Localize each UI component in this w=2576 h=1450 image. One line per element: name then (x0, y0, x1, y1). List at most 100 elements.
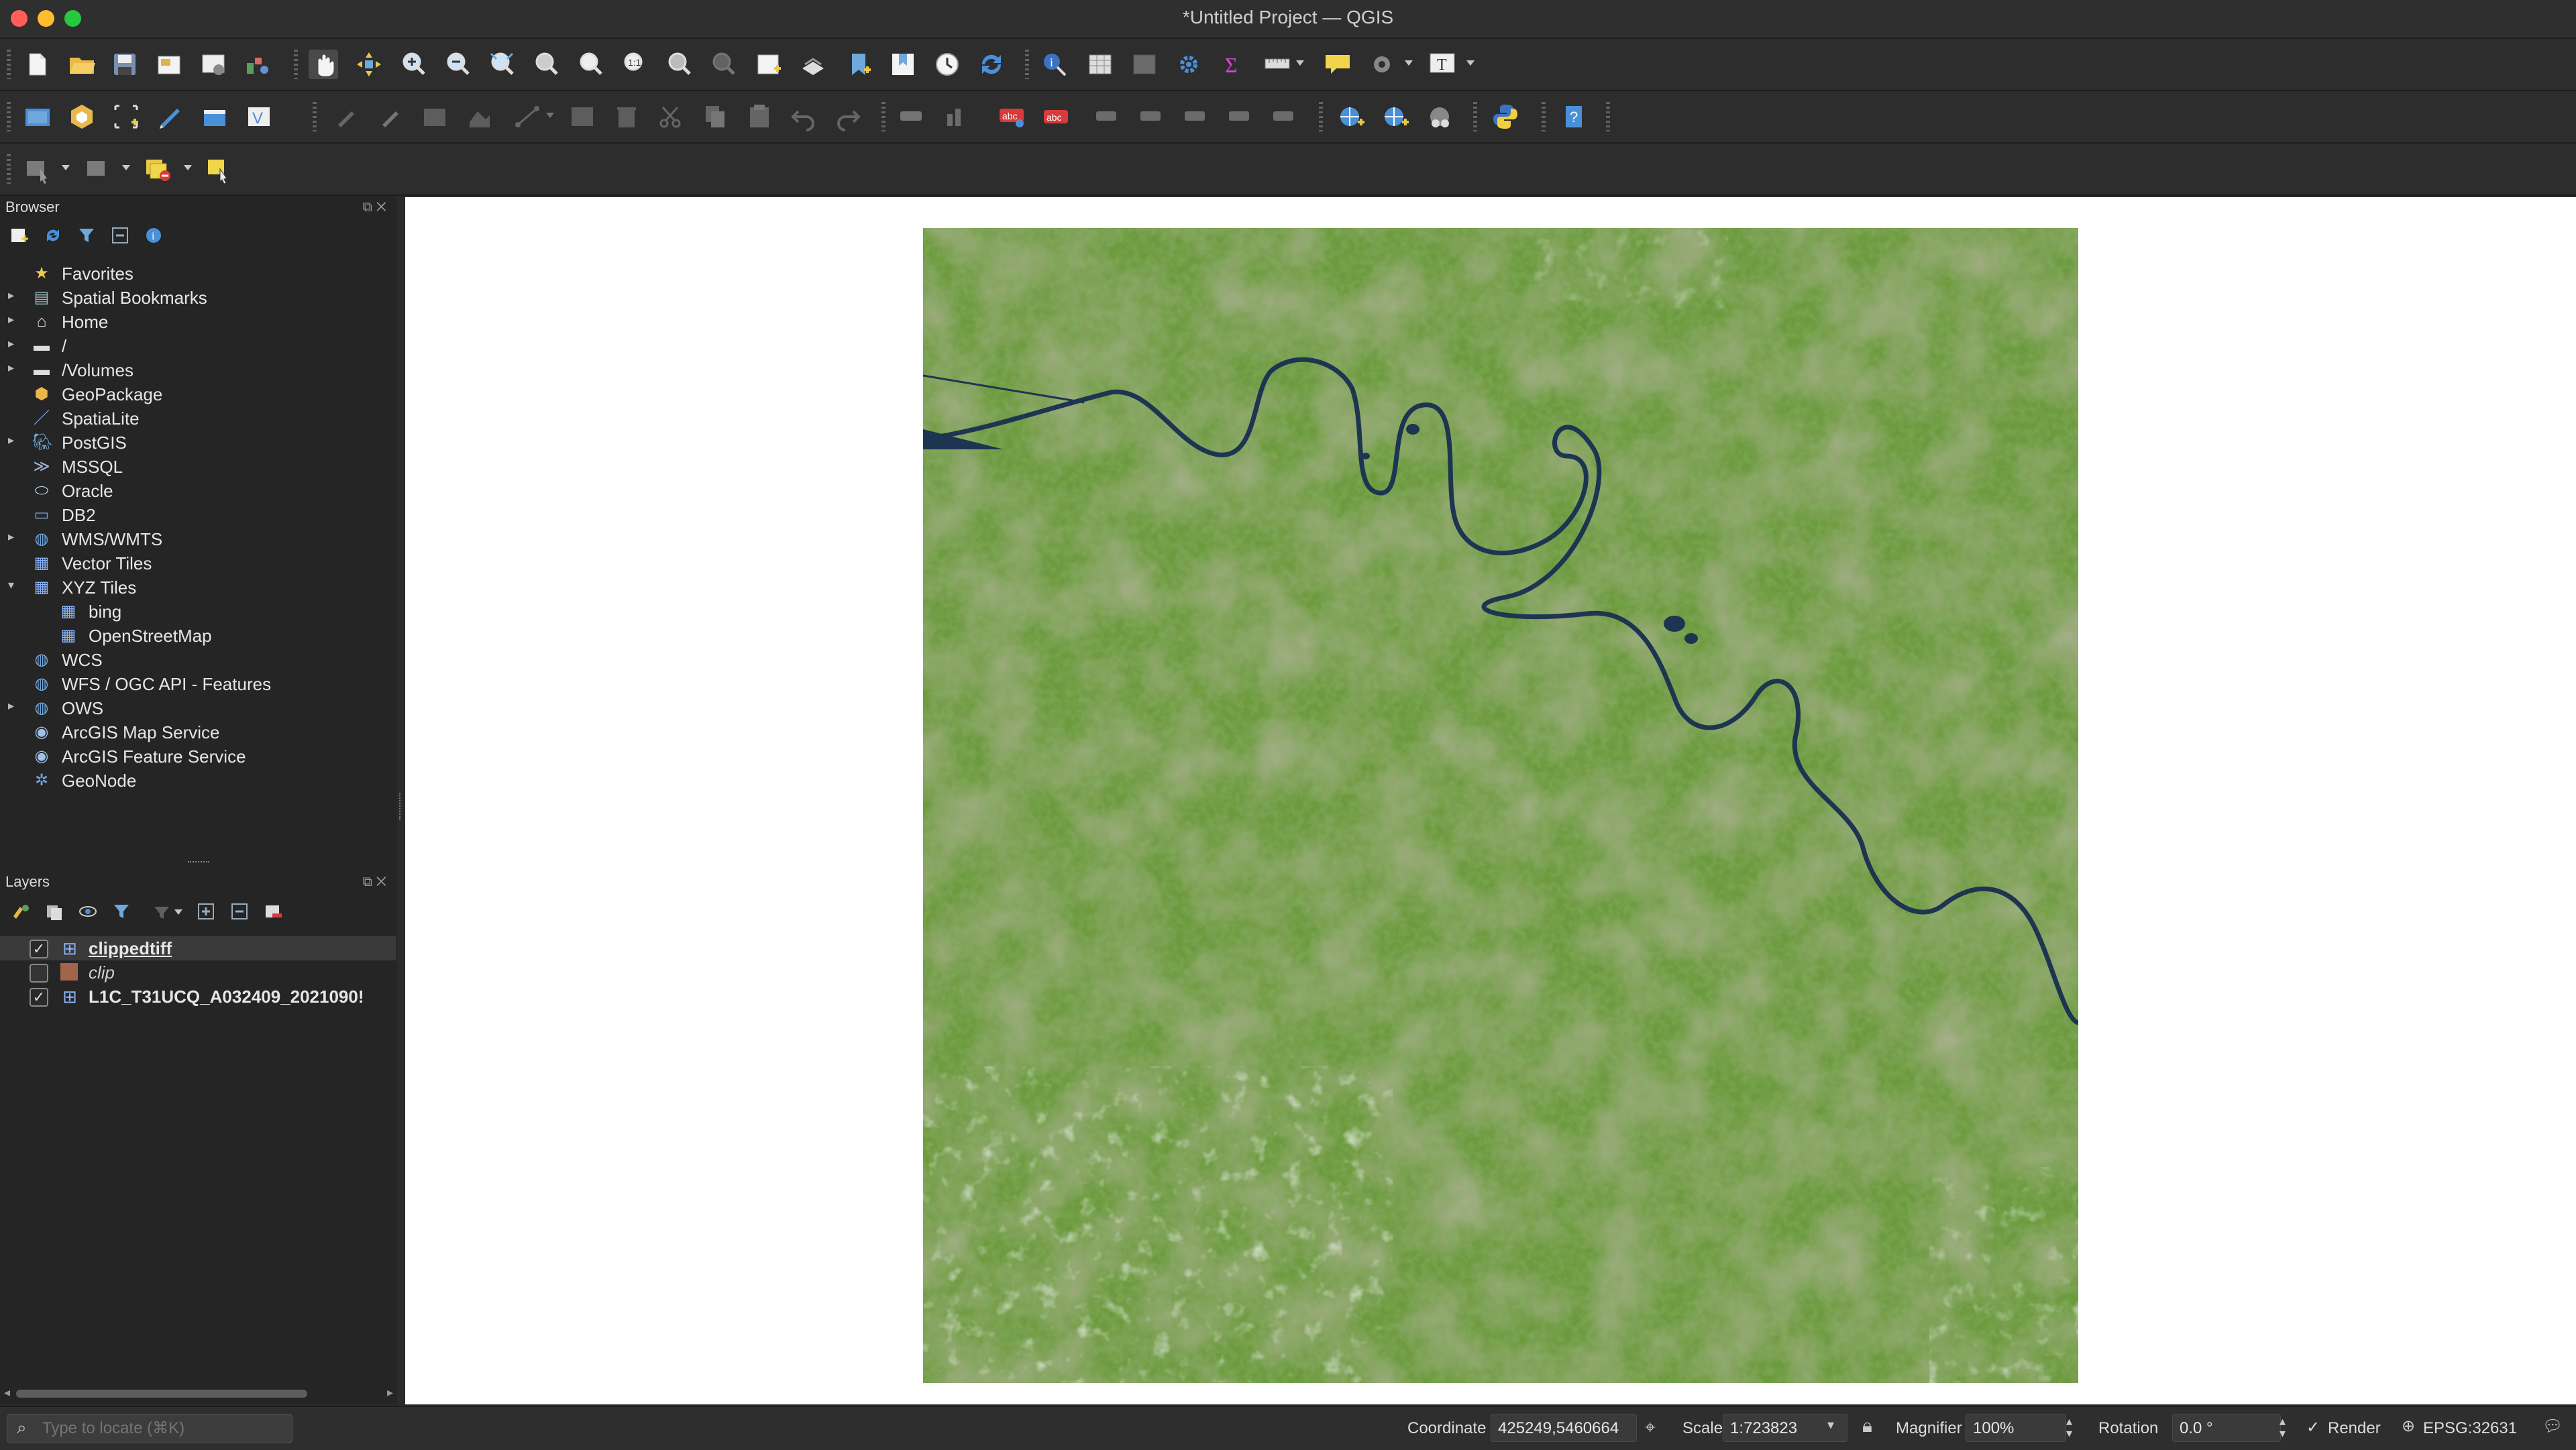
layer-visibility-checkbox[interactable]: ✓ (30, 940, 48, 958)
open-project-icon[interactable] (67, 50, 97, 79)
save-project-icon[interactable] (110, 50, 140, 79)
zoom-native-resolution-icon[interactable]: 1:1 (620, 50, 649, 79)
browser-item[interactable]: ✲ GeoNode (0, 769, 396, 793)
browser-item[interactable]: ▸ ⌂ Home (0, 310, 396, 334)
dock-splitter[interactable] (397, 196, 405, 1404)
new-project-icon[interactable] (23, 50, 52, 79)
zoom-full-icon[interactable] (487, 50, 517, 79)
collapse-all-icon[interactable] (110, 225, 130, 245)
show-spatial-bookmarks-icon[interactable] (888, 50, 918, 79)
zoom-last-icon[interactable] (664, 50, 694, 79)
python-console-icon[interactable] (1491, 102, 1520, 131)
expand-arrow-icon[interactable]: ▸ (8, 530, 14, 544)
browser-item[interactable]: ◍ WFS / OGC API - Features (0, 672, 396, 696)
save-layer-edits-icon[interactable] (420, 102, 449, 131)
toggle-extents-mouse-icon[interactable]: ⌖ (1645, 1416, 1656, 1439)
browser-item[interactable]: ▸ ▤ Spatial Bookmarks (0, 286, 396, 310)
rotate-label-icon[interactable] (1225, 102, 1254, 131)
redo-icon[interactable] (833, 102, 863, 131)
deselect-all-icon[interactable] (144, 154, 173, 184)
toolbar-grip[interactable] (881, 102, 885, 131)
filter-browser-icon[interactable] (76, 225, 97, 245)
modify-attributes-icon[interactable] (568, 102, 597, 131)
coordinate-field[interactable]: 425249,5460664 (1491, 1414, 1637, 1442)
enable-properties-icon[interactable]: i (144, 225, 164, 245)
browser-item[interactable]: ⬢ GeoPackage (0, 382, 396, 406)
digitize-with-segment-icon[interactable] (156, 102, 185, 131)
locator-search[interactable]: ⌕ (7, 1414, 292, 1443)
select-by-expression-icon[interactable] (83, 154, 113, 184)
new-print-layout-icon[interactable] (154, 50, 184, 79)
browser-item[interactable]: ▦ OpenStreetMap (0, 624, 396, 648)
toolbar-grip[interactable] (1319, 102, 1323, 131)
refresh-browser-icon[interactable] (43, 225, 63, 245)
panel-float-close-icons[interactable]: ⧉✕ (362, 200, 390, 215)
label-toolbar-icon[interactable] (896, 102, 926, 131)
browser-item[interactable]: ▸ ▬ / (0, 334, 396, 358)
panel-splitter-handle[interactable] (188, 861, 209, 865)
scale-dropdown-arrow[interactable]: ▾ (1827, 1416, 1834, 1433)
browser-item[interactable]: ★ Favorites (0, 262, 396, 286)
new-shapefile-layer-icon[interactable] (200, 102, 229, 131)
collapse-all-layers-icon[interactable] (229, 901, 250, 922)
zoom-next-icon[interactable] (708, 50, 738, 79)
new-temporary-scratch-layer-icon[interactable] (111, 102, 141, 131)
zoom-out-icon[interactable] (443, 50, 472, 79)
pin-unpin-labels-icon[interactable] (1092, 102, 1122, 131)
toolbar-grip[interactable] (294, 50, 298, 79)
panel-float-close-icons[interactable]: ⧉✕ (362, 875, 390, 890)
select-by-expression-dropdown-arrow[interactable] (122, 165, 130, 170)
render-checkbox[interactable]: ✓ (2306, 1418, 2320, 1437)
annotations-dropdown-arrow[interactable] (1405, 60, 1413, 66)
map-canvas[interactable] (405, 197, 2576, 1404)
browser-item[interactable]: ▦ bing (0, 600, 396, 624)
add-wms-layer-icon[interactable] (1336, 102, 1366, 131)
layer-row[interactable]: ✓ ⊞ L1C_T31UCQ_A032409_2021090! (0, 985, 396, 1009)
browser-item[interactable]: ▾ ▦ XYZ Tiles (0, 575, 396, 600)
browser-item[interactable]: ◍ WCS (0, 648, 396, 672)
expand-arrow-icon[interactable]: ▸ (8, 313, 14, 327)
processing-toolbox-icon[interactable] (1174, 50, 1203, 79)
change-label-properties-icon[interactable] (1269, 102, 1299, 131)
browser-item[interactable]: ▸ ▬ /Volumes (0, 358, 396, 382)
open-attribute-table-icon[interactable] (1085, 50, 1115, 79)
layer-visibility-checkbox[interactable]: ✓ (30, 988, 48, 1007)
measure-tool-icon[interactable] (1263, 50, 1292, 79)
undo-icon[interactable] (789, 102, 818, 131)
filter-legend-icon[interactable] (111, 901, 131, 922)
toolbar-grip[interactable] (1606, 102, 1610, 131)
toolbar-grip[interactable] (1542, 102, 1546, 131)
remove-layer-icon[interactable] (263, 901, 283, 922)
select-by-location-icon[interactable] (204, 154, 233, 184)
cut-features-icon[interactable] (656, 102, 686, 131)
expand-arrow-icon[interactable]: ▸ (8, 288, 14, 302)
expand-arrow-icon[interactable]: ▸ (8, 699, 14, 713)
metasearch-icon[interactable] (1425, 102, 1454, 131)
new-3d-map-view-icon[interactable] (798, 50, 828, 79)
browser-item[interactable]: ◉ ArcGIS Map Service (0, 720, 396, 744)
field-calculator-icon[interactable] (1130, 50, 1159, 79)
add-group-icon[interactable] (44, 901, 64, 922)
layer-visibility-checkbox[interactable] (30, 964, 48, 983)
refresh-icon[interactable] (977, 50, 1006, 79)
browser-item[interactable]: ▸ ◍ WMS/WMTS (0, 527, 396, 551)
expand-all-icon[interactable] (196, 901, 216, 922)
messages-icon[interactable]: 💬︎ (2542, 1416, 2563, 1436)
deselect-dropdown-arrow[interactable] (184, 165, 192, 170)
browser-item[interactable]: ▸ 🐘︎ PostGIS (0, 431, 396, 455)
expand-arrow-icon[interactable]: ▸ (8, 337, 14, 351)
filter-legend-by-expression-icon[interactable] (152, 901, 172, 922)
temporal-controller-icon[interactable] (932, 50, 962, 79)
magnifier-field[interactable]: 100% (1966, 1414, 2066, 1442)
text-annotation-icon[interactable]: T (1428, 50, 1457, 79)
layer-row[interactable]: clip (0, 960, 396, 985)
identify-features-icon[interactable]: i (1040, 50, 1069, 79)
browser-item[interactable]: ▸ ◍ OWS (0, 696, 396, 720)
help-contents-icon[interactable]: ? (1559, 102, 1589, 131)
manage-map-themes-icon[interactable] (78, 901, 98, 922)
left-dock-horizontal-scrollbar[interactable]: ◂ ▸ (0, 1386, 397, 1402)
pan-to-selection-icon[interactable] (354, 50, 384, 79)
rotation-field[interactable]: 0.0 ° (2172, 1414, 2281, 1442)
browser-item[interactable]: ▭ DB2 (0, 503, 396, 527)
toggle-editing-icon[interactable] (376, 102, 405, 131)
